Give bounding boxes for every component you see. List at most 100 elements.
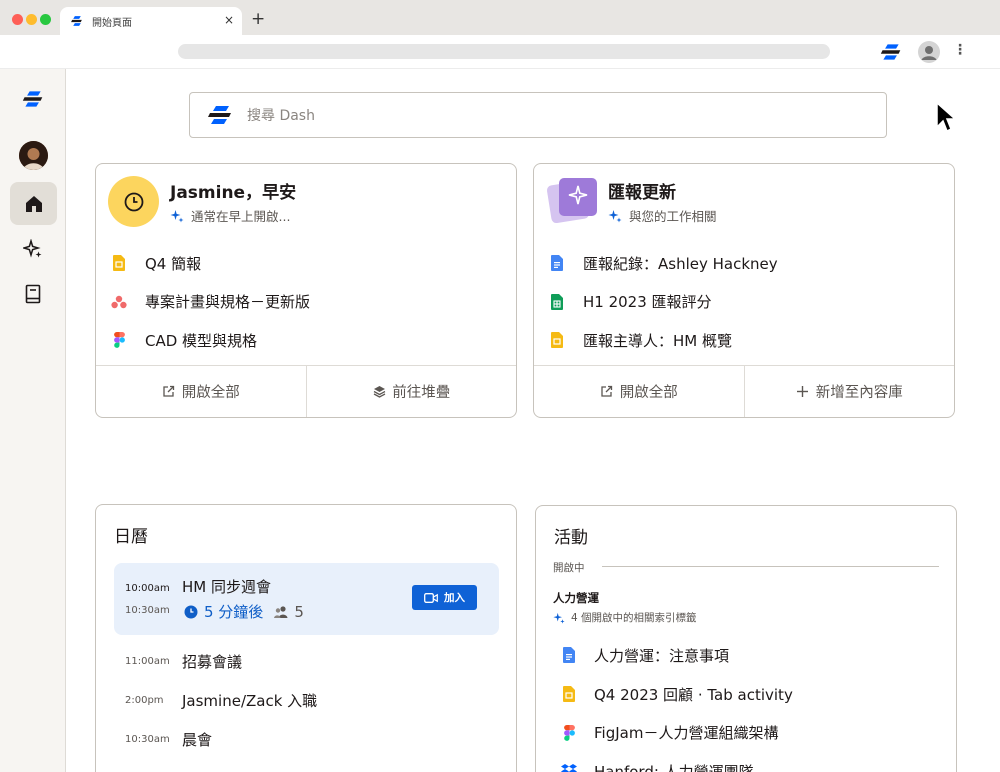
event-end-time: 10:30am: [125, 605, 170, 616]
asana-icon: [110, 293, 128, 311]
calendar-card: 日曆 10:00am 10:30am HM 同步週會 5 分鐘後 5 加入 11…: [95, 504, 517, 772]
open-all-label: 開啟全部: [181, 385, 240, 401]
open-all-button[interactable]: 開啟全部: [96, 366, 306, 417]
file-name: Q4 簡報: [145, 254, 202, 273]
add-to-library-label: 新增至內容庫: [815, 385, 903, 401]
search-input[interactable]: 搜尋 Dash: [247, 105, 315, 125]
avatar[interactable]: [19, 141, 48, 170]
clock-badge: [108, 176, 159, 227]
go-to-stack-button[interactable]: 前往堆疊: [305, 366, 517, 417]
activity-heading: 人力營運: [553, 591, 599, 605]
external-link-icon: [162, 385, 176, 399]
event-starts-in: 5 分鐘後: [204, 603, 264, 621]
sparkle-icon: [608, 209, 622, 222]
open-all-button[interactable]: 開啟全部: [534, 366, 744, 417]
activity-title: 活動: [554, 528, 588, 548]
sparkle-icon: [553, 612, 565, 624]
sparkle-icon: [170, 209, 184, 222]
video-camera-icon: [424, 592, 438, 603]
report-card: 匯報更新 與您的工作相關 匯報紀錄：Ashley Hackney H1 2023…: [533, 163, 955, 418]
add-to-library-button[interactable]: 新增至內容庫: [743, 366, 955, 417]
sidebar-item-home[interactable]: [10, 182, 57, 225]
list-item[interactable]: 人力營運：注意事項: [560, 636, 942, 675]
address-bar[interactable]: [178, 44, 830, 59]
close-window-button[interactable]: [12, 14, 23, 25]
card-footer: 開啟全部 前往堆疊: [96, 365, 516, 417]
divider: [602, 566, 939, 567]
profile-icon[interactable]: [918, 41, 940, 63]
list-item[interactable]: 專案計畫與規格－更新版: [110, 283, 502, 322]
minimize-window-button[interactable]: [26, 14, 37, 25]
file-name: 匯報主導人：HM 概覽: [583, 331, 732, 350]
card-footer: 開啟全部 新增至內容庫: [534, 365, 954, 417]
list-item[interactable]: Q4 2023 回顧 · Tab activity: [560, 675, 942, 714]
docs-icon: [560, 646, 578, 664]
tab-title: 開始頁面: [92, 17, 132, 29]
card-subtitle-text: 與您的工作相關: [629, 209, 717, 224]
sidebar: [0, 69, 66, 772]
event-time: 11:00am: [125, 655, 170, 667]
clock-icon: [124, 192, 143, 211]
card-title: 匯報更新: [608, 183, 676, 203]
file-name: CAD 模型與規格: [145, 331, 258, 350]
close-icon[interactable]: ×: [224, 13, 234, 27]
more-menu-icon[interactable]: ⋮: [953, 43, 967, 57]
activity-subheading-text: 4 個開啟中的相關索引標籤: [571, 612, 697, 624]
slides-icon: [560, 685, 578, 703]
activity-subheading: 4 個開啟中的相關索引標籤: [553, 610, 697, 625]
calendar-event[interactable]: 10:30am 晨會: [114, 727, 212, 751]
browser-tab[interactable]: 開始頁面 ×: [60, 7, 242, 35]
list-item[interactable]: FigJam－人力營運組織架構: [560, 713, 942, 752]
event-time: 2:00pm: [125, 694, 164, 706]
event-name: 晨會: [182, 730, 213, 749]
card-title: Jasmine，早安: [170, 183, 297, 203]
event-attendee-count: 5: [294, 602, 304, 621]
stack-icon: [372, 385, 386, 399]
calendar-event[interactable]: 2:00pm Jasmine/Zack 入職: [114, 688, 317, 712]
event-meta: 5 分鐘後 5: [184, 601, 304, 622]
sheets-icon: [548, 293, 566, 311]
card-subtitle: 與您的工作相關: [608, 206, 717, 225]
sidebar-item-ai[interactable]: [22, 238, 44, 260]
stack-badge-icon: [546, 178, 597, 224]
dash-logo-icon: [71, 16, 82, 26]
list-item[interactable]: CAD 模型與規格: [110, 321, 502, 360]
calendar-title: 日曆: [114, 527, 148, 547]
browser-tab-strip: 開始頁面 × +: [0, 0, 1000, 35]
event-time: 10:30am: [125, 733, 170, 745]
file-name: H1 2023 匯報評分: [583, 293, 712, 312]
list-item[interactable]: Q4 簡報: [110, 244, 502, 283]
maximize-window-button[interactable]: [40, 14, 51, 25]
file-name: Hanford: 人力營運團隊: [594, 762, 754, 772]
file-name: 人力營運：注意事項: [594, 646, 730, 665]
new-tab-button[interactable]: +: [251, 9, 265, 29]
dropbox-icon: [560, 762, 578, 772]
upcoming-event[interactable]: 10:00am 10:30am HM 同步週會 5 分鐘後 5 加入: [114, 563, 499, 635]
calendar-event[interactable]: 11:00am 招募會議: [114, 649, 242, 673]
list-item[interactable]: H1 2023 匯報評分: [548, 283, 940, 322]
list-item[interactable]: 匯報主導人：HM 概覽: [548, 321, 940, 360]
join-meeting-button[interactable]: 加入: [412, 585, 477, 610]
docs-icon: [548, 254, 566, 272]
open-all-label: 開啟全部: [619, 385, 678, 401]
sparkle-icon: [23, 239, 42, 258]
dash-logo-icon[interactable]: [22, 89, 44, 109]
list-item[interactable]: Hanford: 人力營運團隊: [560, 752, 942, 772]
greeting-card: Jasmine，早安 通常在早上開啟... Q4 簡報 專案計畫與規格－更新版 …: [95, 163, 517, 418]
sidebar-item-library[interactable]: [22, 283, 44, 305]
list-item[interactable]: 匯報紀錄：Ashley Hackney: [548, 244, 940, 283]
file-list: Q4 簡報 專案計畫與規格－更新版 CAD 模型與規格: [110, 244, 502, 360]
activity-group-label: 開啟中: [553, 562, 585, 574]
dash-extension-icon[interactable]: [880, 42, 902, 62]
card-subtitle-text: 通常在早上開啟...: [191, 209, 291, 224]
file-name: 匯報紀錄：Ashley Hackney: [583, 254, 778, 273]
search-box[interactable]: 搜尋 Dash: [189, 92, 887, 138]
dash-logo-icon: [208, 106, 231, 124]
external-link-icon: [600, 385, 614, 399]
address-bar-row: ⋮: [0, 35, 1000, 69]
join-label: 加入: [444, 592, 465, 604]
event-name: 招募會議: [182, 652, 243, 671]
home-icon: [25, 195, 42, 212]
plus-icon: [796, 385, 810, 399]
figma-icon: [110, 331, 128, 349]
